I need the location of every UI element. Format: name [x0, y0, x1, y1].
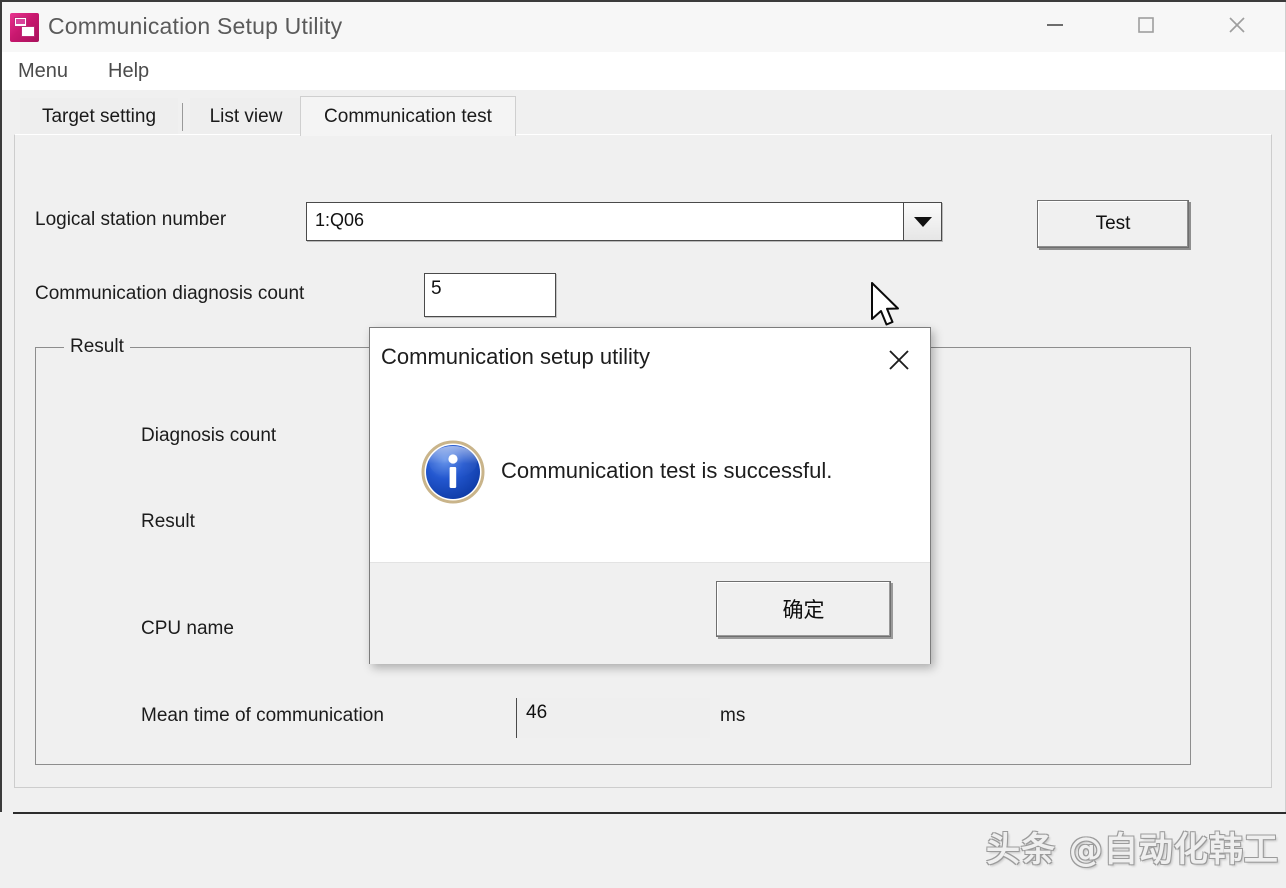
- menu-bar: Menu Help: [0, 52, 1286, 90]
- tab-separator: [182, 103, 183, 131]
- info-icon: [421, 440, 485, 504]
- minimize-button[interactable]: [1024, 2, 1086, 48]
- diagnosis-count-label: Communication diagnosis count: [35, 283, 305, 304]
- mean-time-field: 46: [516, 698, 710, 738]
- menu-item-menu[interactable]: Menu: [18, 60, 68, 83]
- logical-station-number-label: Logical station number: [35, 209, 227, 230]
- close-icon: [889, 350, 909, 370]
- window-title: Communication Setup Utility: [48, 13, 343, 39]
- menu-item-help[interactable]: Help: [108, 60, 149, 83]
- message-dialog: Communication setup utility Communicatio…: [369, 327, 931, 664]
- dialog-footer: 确定: [370, 562, 930, 664]
- mean-time-label: Mean time of communication: [141, 705, 384, 726]
- diagnosis-count-input[interactable]: 5: [424, 273, 556, 317]
- minimize-icon: [1047, 24, 1063, 26]
- mean-time-value: 46: [526, 702, 548, 723]
- maximize-button[interactable]: [1115, 2, 1177, 48]
- logical-station-number-combobox[interactable]: 1:Q06: [306, 202, 942, 241]
- maximize-icon: [1138, 17, 1154, 33]
- combobox-dropdown-button[interactable]: [903, 203, 941, 240]
- cpu-name-label: CPU name: [141, 618, 234, 639]
- logical-station-number-value: 1:Q06: [315, 210, 365, 230]
- result-label: Result: [141, 511, 195, 532]
- test-button[interactable]: Test: [1037, 200, 1189, 248]
- app-icon: [10, 13, 39, 42]
- title-bar: Communication Setup Utility: [0, 0, 1286, 54]
- dialog-close-button[interactable]: [880, 342, 918, 378]
- tab-strip: Target setting List view Communication t…: [14, 96, 1272, 136]
- chevron-down-icon: [913, 216, 932, 227]
- close-icon: [1229, 17, 1245, 33]
- dialog-title: Communication setup utility: [381, 344, 651, 369]
- watermark-text: 头条 @自动化韩工: [986, 830, 1279, 870]
- tab-list-view[interactable]: List view: [190, 98, 302, 136]
- dialog-body: Communication test is successful.: [370, 390, 930, 562]
- window-bottom-edge: [13, 812, 1286, 814]
- result-groupbox-title: Result: [64, 336, 130, 358]
- mean-time-unit: ms: [720, 705, 746, 726]
- tab-communication-test[interactable]: Communication test: [300, 96, 516, 136]
- close-button[interactable]: [1206, 2, 1268, 48]
- tab-target-setting[interactable]: Target setting: [20, 98, 178, 136]
- dialog-message: Communication test is successful.: [501, 458, 833, 483]
- application-window: Communication Setup Utility Menu Help Ta…: [0, 0, 1286, 888]
- diagnosis-count-value: 5: [431, 278, 442, 299]
- diagnosis-count-result-label: Diagnosis count: [141, 425, 277, 446]
- window-left-edge: [0, 2, 2, 812]
- dialog-ok-button[interactable]: 确定: [716, 581, 891, 637]
